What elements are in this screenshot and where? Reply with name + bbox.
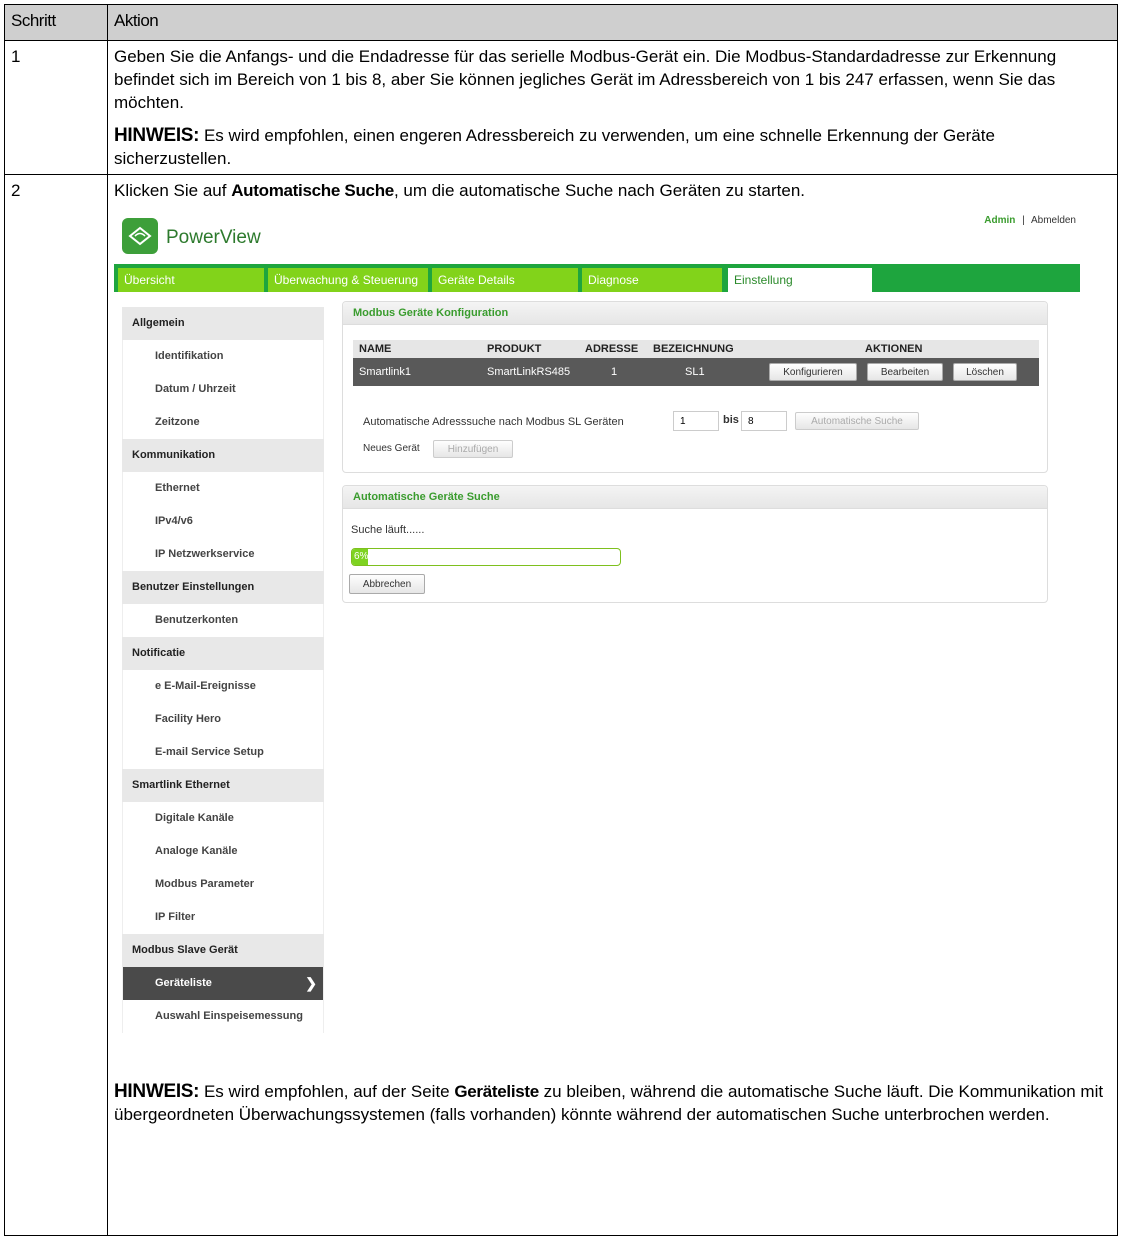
sidebar-item-ethernet[interactable]: Ethernet — [122, 472, 324, 505]
step-action: Geben Sie die Anfangs- und die Endadress… — [107, 40, 1118, 175]
text-bold: Automatische Suche — [231, 181, 394, 200]
column-header-action: Aktion — [107, 4, 1118, 41]
search-progress-bar: 6% — [351, 548, 621, 566]
tab-monitoring[interactable]: Überwachung & Steuerung — [268, 268, 428, 292]
sidebar-item-modbus-parameters[interactable]: Modbus Parameter — [122, 868, 324, 901]
sidebar-item-user-accounts[interactable]: Benutzerkonten — [122, 604, 324, 637]
end-address-input[interactable]: 8 — [741, 411, 787, 431]
tab-settings[interactable]: Einstellung — [728, 268, 872, 292]
note: HINWEIS: Es wird empfohlen, einen engere… — [114, 124, 1111, 170]
sidebar-item-date-time[interactable]: Datum / Uhrzeit — [122, 373, 324, 406]
note-label: HINWEIS: — [114, 125, 200, 146]
note-text: Es wird empfohlen, einen engeren Adressb… — [114, 126, 995, 168]
column-header-step: Schritt — [4, 4, 108, 41]
chevron-right-icon: ❯ — [305, 975, 317, 991]
device-label: SL1 — [685, 366, 705, 378]
header-name: NAME — [359, 343, 392, 355]
progress-fill: 6% — [352, 549, 368, 565]
app-screenshot: PowerView Admin | Abmelden Übersicht Übe… — [114, 210, 1082, 1080]
sidebar-item-identification[interactable]: Identifikation — [122, 340, 324, 373]
sidebar-item-email-events[interactable]: e E-Mail-Ereignisse — [122, 670, 324, 703]
sidebar-item-device-list[interactable]: Geräteliste ❯ — [122, 967, 324, 1000]
sidebar-item-label: Geräteliste — [155, 977, 212, 989]
sidebar-group-modbus-slave: Modbus Slave Gerät — [122, 934, 324, 967]
main-tabbar: Übersicht Überwachung & Steuerung Geräte… — [114, 264, 1080, 292]
text-part: Klicken Sie auf — [114, 181, 232, 200]
search-status: Suche läuft...... — [351, 524, 425, 536]
sidebar-item-ip-filter[interactable]: IP Filter — [122, 901, 324, 934]
step-number: 1 — [4, 40, 108, 175]
separator: | — [1022, 215, 1025, 226]
sidebar-item-ip-network-service[interactable]: IP Netzwerkservice — [122, 538, 324, 571]
device-address: 1 — [611, 366, 618, 378]
table-header-row: Schritt Aktion — [4, 4, 1118, 41]
device-name: Smartlink1 — [359, 366, 411, 378]
note: HINWEIS: Es wird empfohlen, auf der Seit… — [114, 1080, 1111, 1126]
edit-button[interactable]: Bearbeiten — [867, 363, 943, 381]
modbus-config-panel: Modbus Geräte Konfiguration NAME PRODUKT… — [342, 301, 1048, 473]
tab-device-details[interactable]: Geräte Details — [432, 268, 578, 292]
sidebar: Allgemein Identifikation Datum / Uhrzeit… — [122, 307, 324, 1033]
new-device-label: Neues Gerät — [363, 443, 420, 454]
note-label: HINWEIS: — [114, 1081, 200, 1102]
cancel-button[interactable]: Abbrechen — [349, 574, 425, 594]
sidebar-group-general: Allgemein — [122, 307, 324, 340]
sidebar-item-feeder-measurement[interactable]: Auswahl Einspeisemessung — [122, 1000, 324, 1033]
sidebar-group-notification: Notificatie — [122, 637, 324, 670]
instruction-table: Schritt Aktion 1 Geben Sie die Anfangs- … — [4, 4, 1118, 1236]
header-actions: AKTIONEN — [865, 343, 923, 355]
step-action: Klicken Sie auf Automatische Suche, um d… — [107, 174, 1118, 1236]
auto-search-button[interactable]: Automatische Suche — [795, 412, 919, 430]
device-table-header: NAME PRODUKT ADRESSE BEZEICHNUNG AKTIONE… — [353, 340, 1039, 358]
tab-overview[interactable]: Übersicht — [118, 268, 264, 292]
note-bold: Geräteliste — [454, 1082, 539, 1101]
header-address: ADRESSE — [585, 343, 639, 355]
sidebar-item-analog-channels[interactable]: Analoge Kanäle — [122, 835, 324, 868]
panel-title: Modbus Geräte Konfiguration — [343, 302, 1047, 325]
panel-title: Automatische Geräte Suche — [343, 486, 1047, 509]
start-address-input[interactable]: 1 — [673, 411, 719, 431]
user-link[interactable]: Admin — [984, 215, 1015, 226]
sidebar-group-user-settings: Benutzer Einstellungen — [122, 571, 324, 604]
header-label: BEZEICHNUNG — [653, 343, 734, 355]
to-label: bis — [723, 414, 739, 426]
sidebar-item-facility-hero[interactable]: Facility Hero — [122, 703, 324, 736]
tab-diagnosis[interactable]: Diagnose — [582, 268, 722, 292]
user-menu: Admin | Abmelden — [984, 215, 1076, 226]
header-product: PRODUKT — [487, 343, 542, 355]
device-product: SmartLinkRS485 — [487, 366, 571, 378]
powerview-logo-icon — [122, 218, 158, 254]
delete-button[interactable]: Löschen — [953, 363, 1017, 381]
logout-link[interactable]: Abmelden — [1031, 215, 1076, 226]
brand-name: PowerView — [166, 227, 261, 248]
table-row: 1 Geben Sie die Anfangs- und die Endadre… — [4, 40, 1118, 175]
text-part: , um die automatische Suche nach Geräten… — [393, 181, 806, 200]
configure-button[interactable]: Konfigurieren — [769, 363, 857, 381]
sidebar-item-timezone[interactable]: Zeitzone — [122, 406, 324, 439]
sidebar-group-smartlink-ethernet: Smartlink Ethernet — [122, 769, 324, 802]
sidebar-item-ipv4v6[interactable]: IPv4/v6 — [122, 505, 324, 538]
sidebar-item-digital-channels[interactable]: Digitale Kanäle — [122, 802, 324, 835]
note-text: Es wird empfohlen, auf der Seite — [199, 1082, 455, 1101]
sidebar-group-communication: Kommunikation — [122, 439, 324, 472]
step-text: Klicken Sie auf Automatische Suche, um d… — [114, 179, 1111, 202]
auto-search-label: Automatische Adresssuche nach Modbus SL … — [363, 416, 624, 428]
auto-search-panel: Automatische Geräte Suche Suche läuft...… — [342, 485, 1048, 603]
add-button[interactable]: Hinzufügen — [433, 440, 513, 458]
step-text: Geben Sie die Anfangs- und die Endadress… — [114, 47, 1057, 112]
table-row: Smartlink1 SmartLinkRS485 1 SL1 Konfigur… — [353, 358, 1039, 386]
table-row: 2 Klicken Sie auf Automatische Suche, um… — [4, 174, 1118, 1236]
sidebar-item-email-service-setup[interactable]: E-mail Service Setup — [122, 736, 324, 769]
step-number: 2 — [4, 174, 108, 1236]
